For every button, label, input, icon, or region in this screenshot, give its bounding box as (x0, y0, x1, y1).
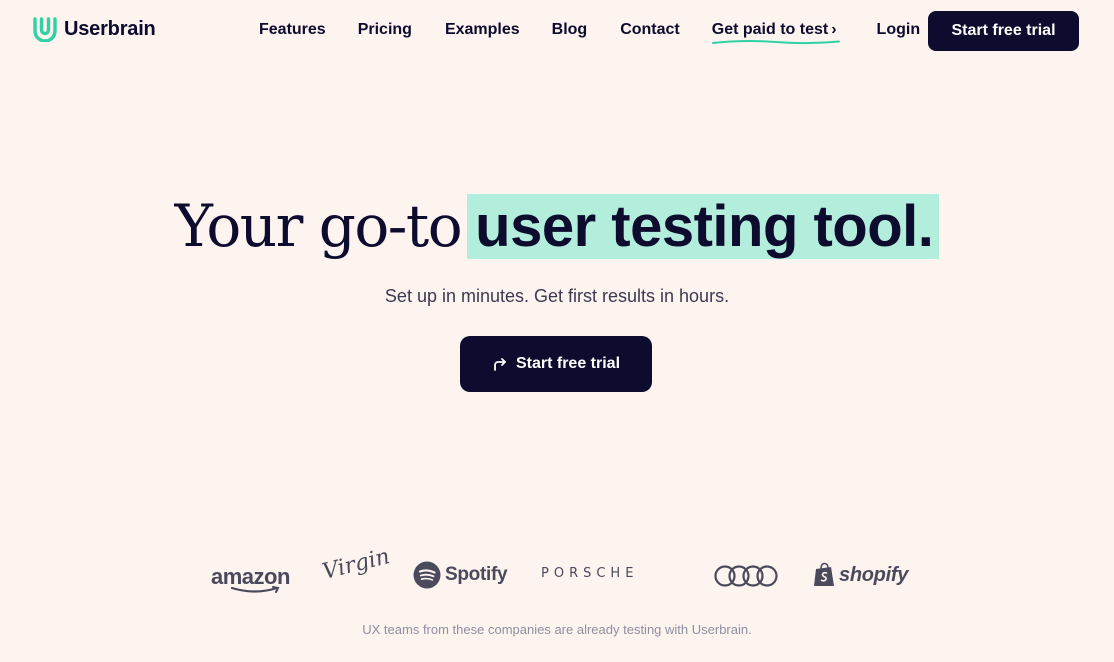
hero-title: Your go-to user testing tool. (0, 186, 1114, 267)
hero-start-trial-button[interactable]: Start free trial (460, 336, 652, 392)
shopify-logo: shopify (813, 562, 908, 588)
header-start-trial-button[interactable]: Start free trial (928, 11, 1079, 51)
chevron-right-icon: › (831, 21, 837, 38)
audi-rings-logo (714, 564, 778, 588)
login-link[interactable]: Login (877, 21, 921, 39)
brand-logo-link[interactable]: Userbrain (32, 16, 156, 42)
porsche-logo: PORSCHE (541, 566, 639, 581)
nav-item-examples[interactable]: Examples (445, 21, 520, 39)
nav-item-pricing[interactable]: Pricing (358, 21, 412, 39)
nav-item-blog[interactable]: Blog (552, 21, 588, 39)
landing-page: Userbrain Features Pricing Examples Blog… (0, 0, 1114, 662)
get-paid-label: Get paid to test (711, 21, 829, 38)
site-header: Userbrain Features Pricing Examples Blog… (0, 0, 1114, 62)
nav-item-features[interactable]: Features (259, 21, 326, 39)
hero-title-highlight: user testing tool. (467, 194, 940, 259)
nav-item-get-paid[interactable]: Get paid to test › (711, 21, 840, 45)
hero-cta-label: Start free trial (515, 355, 621, 372)
spotify-logo: Spotify (413, 561, 508, 589)
logos-caption: UX teams from these companies are alread… (362, 622, 752, 637)
spotify-wordmark: Spotify (445, 564, 508, 585)
userbrain-u-icon (33, 17, 57, 42)
shopify-wordmark: shopify (839, 563, 909, 586)
amazon-smile-icon (231, 586, 280, 593)
nav-item-contact[interactable]: Contact (620, 21, 680, 39)
audi-rings-icon (714, 565, 778, 587)
squiggle-underline-icon (711, 39, 840, 45)
customer-logos: amazon Virgin Spotify PORSCHE shopify (0, 544, 1114, 602)
amazon-logo: amazon (211, 564, 290, 594)
hero-title-plain: Your go-to (174, 192, 463, 260)
arrow-turn-right-icon (494, 358, 506, 371)
main-nav: Features Pricing Examples Blog Contact G… (259, 21, 921, 45)
brand-name: Userbrain (64, 17, 156, 40)
spotify-icon (413, 561, 441, 589)
virgin-logo: Virgin (319, 544, 393, 585)
shopify-bag-icon (814, 562, 834, 586)
hero-subtitle: Set up in minutes. Get first results in … (384, 286, 730, 306)
